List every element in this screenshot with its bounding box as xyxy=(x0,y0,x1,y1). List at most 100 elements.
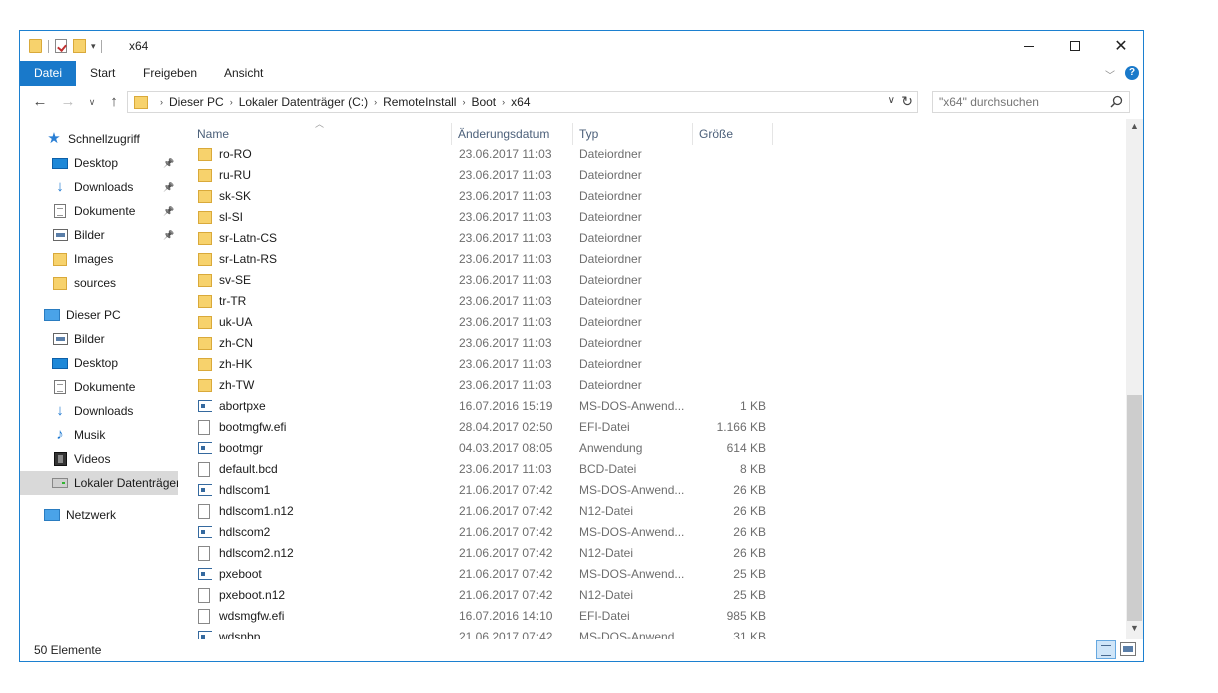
file-row[interactable]: sk-SK 23.06.2017 11:03 Dateiordner xyxy=(192,186,772,207)
breadcrumb-x64[interactable]: x64 xyxy=(511,95,530,109)
sidebar-item[interactable]: Videos xyxy=(20,447,178,471)
file-row[interactable]: wdsnbp 21.06.2017 07:42 MS-DOS-Anwend... 31… xyxy=(192,627,772,639)
file-row[interactable]: zh-TW 23.06.2017 11:03 Dateiordner xyxy=(192,375,772,396)
file-row[interactable]: wdsmgfw.efi 16.07.2016 14:10 EFI-Datei 985 … xyxy=(192,606,772,627)
file-row[interactable]: sr-Latn-CS 23.06.2017 11:03 Dateiordner xyxy=(192,228,772,249)
tab-datei[interactable]: Datei xyxy=(20,61,76,86)
item-count: 50 Elemente xyxy=(34,643,102,657)
file-row[interactable]: bootmgfw.efi 28.04.2017 02:50 EFI-Datei 1.1… xyxy=(192,417,772,438)
file-row[interactable]: pxeboot 21.06.2017 07:42 MS-DOS-Anwend... 2… xyxy=(192,564,772,585)
sidebar-item[interactable]: Dieser PC xyxy=(20,303,178,327)
column-divider[interactable] xyxy=(451,123,452,145)
chevron-right-icon[interactable]: › xyxy=(160,97,163,107)
tab-start[interactable]: Start xyxy=(76,61,129,86)
sidebar-item[interactable]: Netzwerk xyxy=(20,503,178,527)
folder-icon[interactable] xyxy=(29,39,42,53)
pin-icon[interactable]: 📌 xyxy=(163,158,174,169)
column-divider[interactable] xyxy=(772,123,773,145)
recent-locations-icon[interactable]: ∨ xyxy=(86,91,98,113)
file-row[interactable]: default.bcd 23.06.2017 11:03 BCD-Datei 8 KB xyxy=(192,459,772,480)
details-view-icon[interactable] xyxy=(1096,640,1116,659)
sidebar-item[interactable]: Desktop xyxy=(20,351,178,375)
sidebar-item[interactable]: Dokumente 📌 xyxy=(20,199,178,223)
customize-dropdown-icon[interactable]: ▾ xyxy=(91,39,96,53)
breadcrumb-boot[interactable]: Boot xyxy=(471,95,496,109)
back-arrow-icon[interactable]: ← xyxy=(30,91,50,113)
properties-icon[interactable] xyxy=(55,39,67,53)
sidebar-item[interactable]: ↓ Downloads 📌 xyxy=(20,175,178,199)
tab-freigeben[interactable]: Freigeben xyxy=(129,61,211,86)
breadcrumb-dieser-pc[interactable]: Dieser PC xyxy=(169,95,224,109)
file-row[interactable]: uk-UA 23.06.2017 11:03 Dateiordner xyxy=(192,312,772,333)
file-row[interactable]: zh-HK 23.06.2017 11:03 Dateiordner xyxy=(192,354,772,375)
file-row[interactable]: pxeboot.n12 21.06.2017 07:42 N12-Datei 25 K… xyxy=(192,585,772,606)
sidebar-item[interactable]: Bilder 📌 xyxy=(20,223,178,247)
address-bar[interactable]: › Dieser PC › Lokaler Datenträger (C:) ›… xyxy=(127,91,918,113)
forward-arrow-icon[interactable]: → xyxy=(58,91,78,113)
chevron-right-icon[interactable]: › xyxy=(230,97,233,107)
pin-icon[interactable]: 📌 xyxy=(163,182,174,193)
tab-ansicht[interactable]: Ansicht xyxy=(210,61,277,86)
large-icons-view-icon[interactable] xyxy=(1120,642,1136,656)
search-box[interactable] xyxy=(932,91,1130,113)
file-row[interactable]: sl-SI 23.06.2017 11:03 Dateiordner xyxy=(192,207,772,228)
new-folder-icon[interactable] xyxy=(73,39,86,53)
expand-ribbon-icon[interactable]: ﹀ xyxy=(1105,67,1115,82)
file-row[interactable]: zh-CN 23.06.2017 11:03 Dateiordner xyxy=(192,333,772,354)
application-icon xyxy=(198,483,212,498)
maximize-button[interactable] xyxy=(1052,31,1098,61)
sidebar-item[interactable]: ★ Schnellzugriff xyxy=(20,127,178,151)
column-divider[interactable] xyxy=(692,123,693,145)
sidebar-item[interactable]: ♪ Musik xyxy=(20,423,178,447)
sidebar-item[interactable]: Lokaler Datenträger (C:) xyxy=(20,471,178,495)
file-date: 23.06.2017 11:03 xyxy=(459,147,552,161)
chevron-right-icon[interactable]: › xyxy=(502,97,505,107)
chevron-down-icon[interactable]: ∨ xyxy=(888,95,895,106)
vertical-scrollbar[interactable]: ▲ ▼ xyxy=(1126,119,1143,639)
refresh-icon[interactable]: ↻ xyxy=(901,93,913,110)
scrollbar-thumb[interactable] xyxy=(1127,395,1142,621)
file-row[interactable]: ru-RU 23.06.2017 11:03 Dateiordner xyxy=(192,165,772,186)
file-row[interactable]: sr-Latn-RS 23.06.2017 11:03 Dateiordner xyxy=(192,249,772,270)
file-name: abortpxe xyxy=(219,399,266,413)
file-row[interactable]: hdlscom1 21.06.2017 07:42 MS-DOS-Anwend...… xyxy=(192,480,772,501)
sidebar-item[interactable]: Desktop 📌 xyxy=(20,151,178,175)
file-row[interactable]: abortpxe 16.07.2016 15:19 MS-DOS-Anwend...… xyxy=(192,396,772,417)
breadcrumb-remoteinstall[interactable]: RemoteInstall xyxy=(383,95,456,109)
file-row[interactable]: hdlscom1.n12 21.06.2017 07:42 N12-Datei 26 … xyxy=(192,501,772,522)
sidebar-item[interactable]: sources xyxy=(20,271,178,295)
scroll-down-icon[interactable]: ▼ xyxy=(1126,623,1143,637)
folder-icon xyxy=(198,357,212,372)
file-row[interactable]: tr-TR 23.06.2017 11:03 Dateiordner xyxy=(192,291,772,312)
file-row[interactable]: hdlscom2.n12 21.06.2017 07:42 N12-Datei 26 … xyxy=(192,543,772,564)
column-divider[interactable] xyxy=(572,123,573,145)
sidebar-item[interactable]: ↓ Downloads xyxy=(20,399,178,423)
file-row[interactable]: bootmgr 04.03.2017 08:05 Anwendung 614 KB xyxy=(192,438,772,459)
sidebar-item[interactable]: Bilder xyxy=(20,327,178,351)
pin-icon[interactable]: 📌 xyxy=(163,206,174,217)
file-type: BCD-Datei xyxy=(579,462,637,476)
search-input[interactable] xyxy=(933,92,1103,112)
file-row[interactable]: hdlscom2 21.06.2017 07:42 MS-DOS-Anwend...… xyxy=(192,522,772,543)
file-row[interactable]: sv-SE 23.06.2017 11:03 Dateiordner xyxy=(192,270,772,291)
file-row[interactable]: ro-RO 23.06.2017 11:03 Dateiordner xyxy=(192,144,772,165)
file-size: 25 KB xyxy=(733,588,766,602)
minimize-button[interactable] xyxy=(1006,31,1052,61)
sidebar-item[interactable]: Images xyxy=(20,247,178,271)
file-type: MS-DOS-Anwend... xyxy=(579,483,685,497)
file-name: uk-UA xyxy=(219,315,253,329)
pictures-icon xyxy=(52,332,68,346)
file-type: Dateiordner xyxy=(579,168,642,182)
minimize-icon xyxy=(1024,45,1034,47)
chevron-right-icon[interactable]: › xyxy=(462,97,465,107)
help-icon[interactable]: ? xyxy=(1125,66,1139,80)
chevron-right-icon[interactable]: › xyxy=(374,97,377,107)
close-button[interactable]: ✕ xyxy=(1098,31,1144,61)
up-arrow-icon[interactable]: ↑ xyxy=(104,91,124,113)
pin-icon[interactable]: 📌 xyxy=(163,230,174,241)
search-icon[interactable] xyxy=(1110,95,1123,108)
scroll-up-icon[interactable]: ▲ xyxy=(1126,121,1143,135)
breadcrumb-drive[interactable]: Lokaler Datenträger (C:) xyxy=(239,95,368,109)
sidebar-item[interactable]: Dokumente xyxy=(20,375,178,399)
folder-icon xyxy=(198,252,212,267)
